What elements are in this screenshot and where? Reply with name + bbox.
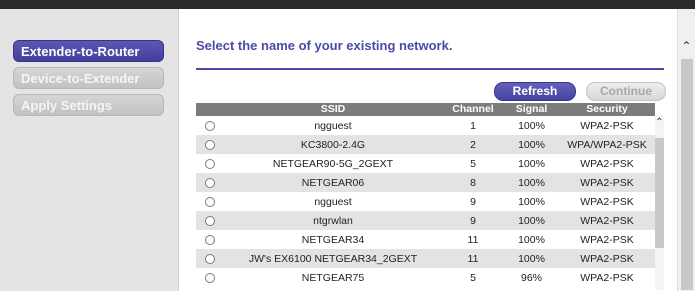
- table-header-row: SSID Channel Signal Security: [196, 103, 655, 116]
- signal-cell: 100%: [504, 249, 559, 268]
- security-cell: WPA2-PSK: [559, 116, 655, 135]
- table-row[interactable]: NETGEAR75 5 96% WPA2-PSK: [196, 268, 655, 287]
- table-row[interactable]: KC3800-2.4G 2 100% WPA/WPA2-PSK: [196, 135, 655, 154]
- wizard-steps-sidebar: Extender-to-Router Device-to-Extender Ap…: [0, 9, 179, 291]
- channel-cell: 5: [442, 154, 504, 173]
- security-cell: WPA/WPA2-PSK: [559, 135, 655, 154]
- column-header-channel: Channel: [442, 103, 504, 116]
- table-row[interactable]: NETGEAR34 11 100% WPA2-PSK: [196, 230, 655, 249]
- ssid-cell: ntgrwlan: [224, 211, 442, 230]
- table-row[interactable]: ngguest 1 100% WPA2-PSK: [196, 116, 655, 135]
- ssid-cell: JW's EX6100 NETGEAR34_2GEXT: [224, 249, 442, 268]
- table-row[interactable]: NETGEAR90-5G_2GEXT 5 100% WPA2-PSK: [196, 154, 655, 173]
- table-scrollbar[interactable]: ⌃: [655, 116, 664, 290]
- signal-cell: 100%: [504, 154, 559, 173]
- page-scrollbar-thumb[interactable]: [681, 59, 693, 290]
- main-panel: Select the name of your existing network…: [180, 9, 675, 291]
- channel-cell: 2: [442, 135, 504, 154]
- channel-cell: 11: [442, 230, 504, 249]
- security-cell: WPA2-PSK: [559, 154, 655, 173]
- chevron-up-icon[interactable]: ⌃: [655, 118, 664, 128]
- radio-button-icon[interactable]: [205, 158, 215, 169]
- ssid-cell: ngguest: [224, 192, 442, 211]
- signal-cell: 100%: [504, 211, 559, 230]
- ssid-cell: NETGEAR06: [224, 173, 442, 192]
- radio-button-icon[interactable]: [205, 120, 215, 131]
- table-row[interactable]: NETGEAR06 8 100% WPA2-PSK: [196, 173, 655, 192]
- radio-button-icon[interactable]: [205, 272, 215, 283]
- table-row[interactable]: JW's EX6100 NETGEAR34_2GEXT 11 100% WPA2…: [196, 249, 655, 268]
- radio-button-icon[interactable]: [205, 234, 215, 245]
- radio-button-icon[interactable]: [205, 177, 215, 188]
- column-header-select: [196, 103, 224, 116]
- signal-cell: 100%: [504, 173, 559, 192]
- select-cell: [196, 230, 224, 249]
- select-cell: [196, 173, 224, 192]
- channel-cell: 9: [442, 211, 504, 230]
- table-row[interactable]: ntgrwlan 9 100% WPA2-PSK: [196, 211, 655, 230]
- signal-cell: 100%: [504, 192, 559, 211]
- security-cell: WPA2-PSK: [559, 268, 655, 287]
- table-scrollbar-thumb[interactable]: [655, 138, 664, 248]
- continue-button[interactable]: Continue: [586, 82, 666, 101]
- ssid-cell: NETGEAR90-5G_2GEXT: [224, 154, 442, 173]
- channel-cell: 5: [442, 268, 504, 287]
- select-cell: [196, 192, 224, 211]
- radio-button-icon[interactable]: [205, 139, 215, 150]
- network-table: SSID Channel Signal Security ngguest 1 1…: [196, 103, 655, 287]
- radio-button-icon[interactable]: [205, 215, 215, 226]
- security-cell: WPA2-PSK: [559, 192, 655, 211]
- step-apply-settings[interactable]: Apply Settings: [13, 94, 164, 116]
- security-cell: WPA2-PSK: [559, 173, 655, 192]
- ssid-cell: KC3800-2.4G: [224, 135, 442, 154]
- step-device-to-extender[interactable]: Device-to-Extender: [13, 67, 164, 89]
- chevron-up-icon[interactable]: ⌃: [678, 39, 695, 53]
- signal-cell: 100%: [504, 135, 559, 154]
- signal-cell: 100%: [504, 230, 559, 249]
- channel-cell: 9: [442, 192, 504, 211]
- ssid-cell: ngguest: [224, 116, 442, 135]
- signal-cell: 96%: [504, 268, 559, 287]
- radio-button-icon[interactable]: [205, 253, 215, 264]
- select-cell: [196, 211, 224, 230]
- column-header-security: Security: [559, 103, 655, 116]
- column-header-signal: Signal: [504, 103, 559, 116]
- security-cell: WPA2-PSK: [559, 249, 655, 268]
- page-scrollbar[interactable]: ⌃: [677, 9, 695, 291]
- select-cell: [196, 268, 224, 287]
- page-heading: Select the name of your existing network…: [196, 38, 453, 53]
- select-cell: [196, 154, 224, 173]
- signal-cell: 100%: [504, 116, 559, 135]
- ssid-cell: NETGEAR75: [224, 268, 442, 287]
- channel-cell: 11: [442, 249, 504, 268]
- refresh-button[interactable]: Refresh: [494, 82, 576, 101]
- select-cell: [196, 135, 224, 154]
- channel-cell: 8: [442, 173, 504, 192]
- channel-cell: 1: [442, 116, 504, 135]
- top-bar: [0, 0, 695, 9]
- table-row[interactable]: ngguest 9 100% WPA2-PSK: [196, 192, 655, 211]
- step-extender-to-router[interactable]: Extender-to-Router: [13, 40, 164, 62]
- heading-divider: [196, 68, 664, 70]
- security-cell: WPA2-PSK: [559, 211, 655, 230]
- ssid-cell: NETGEAR34: [224, 230, 442, 249]
- column-header-ssid: SSID: [224, 103, 442, 116]
- select-cell: [196, 116, 224, 135]
- select-cell: [196, 249, 224, 268]
- radio-button-icon[interactable]: [205, 196, 215, 207]
- security-cell: WPA2-PSK: [559, 230, 655, 249]
